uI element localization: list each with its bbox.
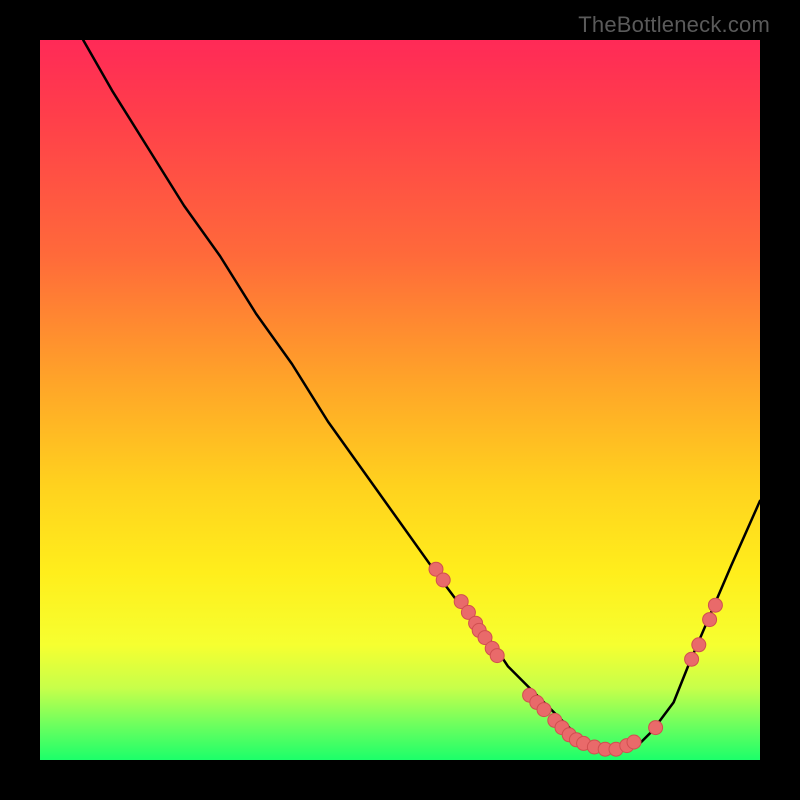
curve-svg: [40, 40, 760, 760]
curve-marker: [537, 703, 551, 717]
chart-container: TheBottleneck.com: [0, 0, 800, 800]
plot-area: [40, 40, 760, 760]
watermark-text: TheBottleneck.com: [578, 12, 770, 38]
bottleneck-curve: [83, 40, 760, 753]
curve-marker: [649, 721, 663, 735]
curve-marker: [685, 652, 699, 666]
curve-marker: [703, 613, 717, 627]
curve-markers: [429, 562, 722, 756]
curve-marker: [692, 638, 706, 652]
bottleneck-curve-path: [83, 40, 760, 753]
curve-marker: [436, 573, 450, 587]
curve-marker: [627, 735, 641, 749]
curve-marker: [490, 649, 504, 663]
curve-marker: [708, 598, 722, 612]
